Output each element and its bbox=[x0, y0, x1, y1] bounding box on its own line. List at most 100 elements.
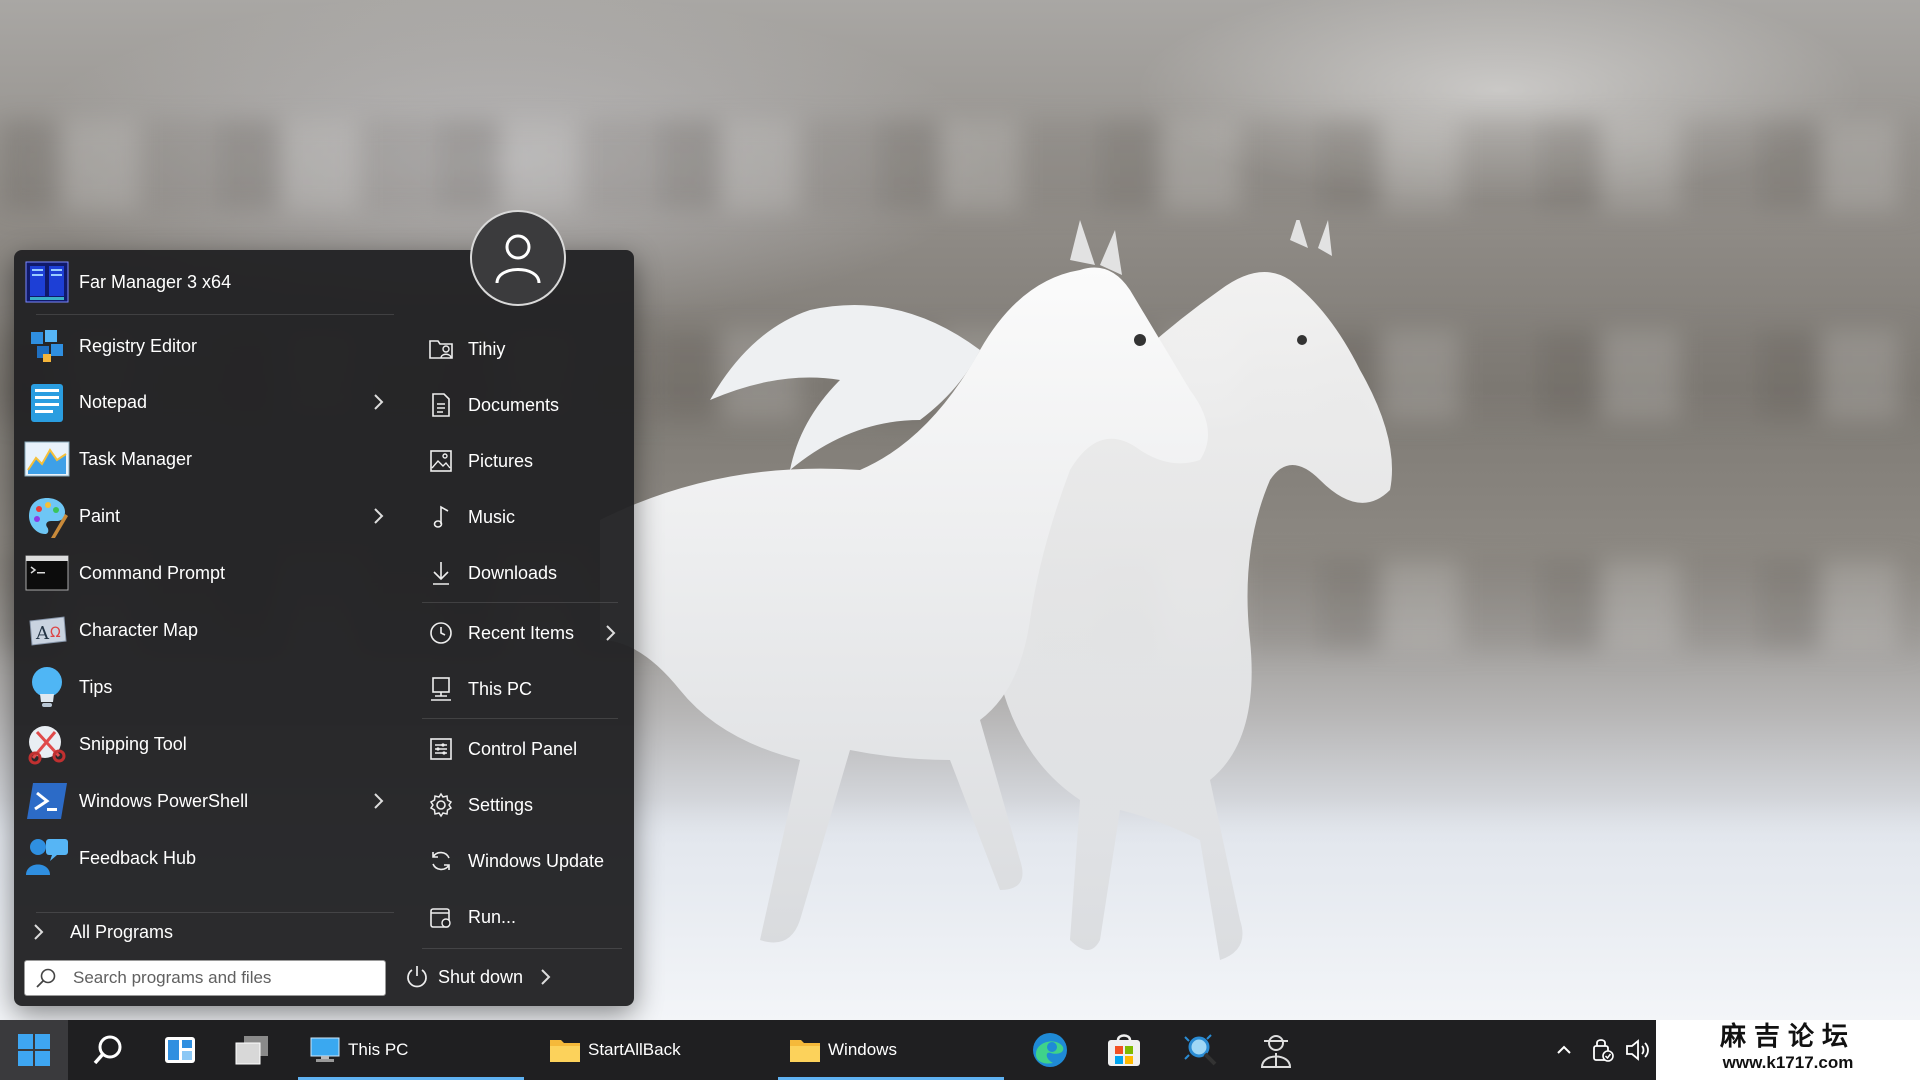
user-icon bbox=[495, 234, 541, 284]
program-label: Feedback Hub bbox=[79, 847, 197, 868]
place-label: This PC bbox=[468, 678, 533, 699]
all-programs-label: All Programs bbox=[70, 921, 174, 942]
place-tihiy[interactable]: Tihiy bbox=[406, 326, 628, 372]
character-map-icon: AΩ bbox=[22, 607, 72, 653]
chevron-right-icon[interactable] bbox=[535, 965, 555, 989]
search-button[interactable] bbox=[74, 1020, 142, 1080]
program-label: Far Manager 3 x64 bbox=[79, 271, 232, 292]
place-music[interactable]: Music bbox=[406, 494, 628, 540]
place-label: Downloads bbox=[468, 562, 558, 583]
folder-icon bbox=[788, 1035, 822, 1065]
place-documents[interactable]: Documents bbox=[406, 382, 628, 428]
search-icon bbox=[36, 968, 56, 988]
downloads-icon bbox=[424, 556, 458, 590]
command-prompt-icon bbox=[22, 550, 72, 596]
taskbar-app-label: Windows bbox=[828, 1040, 897, 1059]
place-label: Run... bbox=[468, 906, 517, 927]
shutdown-label: Shut down bbox=[438, 966, 524, 987]
taskbar-pinned-agent[interactable] bbox=[1242, 1020, 1310, 1080]
widgets-button[interactable] bbox=[146, 1020, 214, 1080]
programs-list: Far Manager 3 x64 Registry Editor Notepa… bbox=[20, 250, 400, 1006]
program-snipping-tool[interactable]: Snipping Tool bbox=[20, 718, 394, 770]
place-recent-items[interactable]: Recent Items bbox=[406, 610, 628, 656]
taskbar-app-this-pc[interactable]: This PC bbox=[298, 1020, 524, 1080]
feedback-hub-icon bbox=[22, 835, 72, 881]
computer-icon bbox=[424, 672, 458, 706]
windows-logo-icon bbox=[18, 1034, 50, 1066]
taskbar-pinned-magnifier[interactable] bbox=[1166, 1020, 1234, 1080]
user-avatar[interactable] bbox=[470, 210, 566, 306]
program-feedback-hub[interactable]: Feedback Hub bbox=[20, 832, 394, 884]
taskbar-pinned-edge[interactable] bbox=[1016, 1020, 1084, 1080]
chevron-right-icon[interactable] bbox=[368, 789, 388, 813]
divider bbox=[422, 718, 618, 719]
program-windows-powershell[interactable]: Windows PowerShell bbox=[20, 775, 394, 827]
taskbar-app-label: This PC bbox=[348, 1040, 409, 1059]
widgets-icon bbox=[165, 1037, 195, 1063]
tray-overflow-button[interactable] bbox=[1550, 1036, 1578, 1064]
chevron-right-icon[interactable] bbox=[368, 504, 388, 528]
tray-security[interactable] bbox=[1588, 1036, 1616, 1064]
divider bbox=[422, 948, 622, 949]
registry-editor-icon bbox=[22, 323, 72, 369]
tray-volume[interactable] bbox=[1624, 1036, 1652, 1064]
horses-illustration bbox=[600, 220, 1392, 960]
shutdown-button[interactable]: Shut down bbox=[404, 958, 564, 996]
taskbar-pinned-store[interactable] bbox=[1090, 1020, 1158, 1080]
snipping-tool-icon bbox=[22, 721, 72, 767]
place-label: Control Panel bbox=[468, 738, 578, 759]
folder-icon bbox=[548, 1035, 582, 1065]
program-label: Snipping Tool bbox=[79, 733, 187, 754]
program-tips[interactable]: Tips bbox=[20, 661, 394, 713]
clock-icon bbox=[424, 616, 458, 650]
program-task-manager[interactable]: Task Manager bbox=[20, 433, 394, 485]
program-character-map[interactable]: AΩ Character Map bbox=[20, 604, 394, 656]
taskbar-app-startallback[interactable]: StartAllBack bbox=[538, 1020, 764, 1080]
place-downloads[interactable]: Downloads bbox=[406, 550, 628, 596]
all-programs-button[interactable]: All Programs bbox=[20, 912, 394, 952]
program-label: Notepad bbox=[79, 391, 148, 412]
places-list: Tihiy Documents Pictures Music Downloads… bbox=[406, 250, 634, 1006]
divider bbox=[422, 602, 618, 603]
documents-icon bbox=[424, 388, 458, 422]
program-far-manager[interactable]: Far Manager 3 x64 bbox=[20, 256, 394, 308]
place-settings[interactable]: Settings bbox=[406, 782, 628, 828]
program-command-prompt[interactable]: Command Prompt bbox=[20, 547, 394, 599]
taskbar: This PC StartAllBack Windows bbox=[0, 1020, 1920, 1080]
search-input[interactable] bbox=[71, 967, 375, 989]
agent-icon bbox=[1260, 1035, 1292, 1068]
program-label: Command Prompt bbox=[79, 562, 226, 583]
user-folder-icon bbox=[424, 332, 458, 366]
start-button[interactable] bbox=[0, 1020, 68, 1080]
edge-icon bbox=[1033, 1033, 1067, 1067]
task-manager-icon bbox=[22, 436, 72, 482]
pictures-icon bbox=[424, 444, 458, 478]
search-icon bbox=[93, 1035, 122, 1065]
far-manager-icon bbox=[22, 259, 72, 305]
place-pictures[interactable]: Pictures bbox=[406, 438, 628, 484]
tips-icon bbox=[22, 664, 72, 710]
place-label: Recent Items bbox=[468, 622, 575, 643]
program-notepad[interactable]: Notepad bbox=[20, 376, 394, 428]
paint-icon bbox=[22, 493, 72, 539]
taskbar-app-windows[interactable]: Windows bbox=[778, 1020, 1004, 1080]
place-control-panel[interactable]: Control Panel bbox=[406, 726, 628, 772]
place-windows-update[interactable]: Windows Update bbox=[406, 838, 628, 884]
program-registry-editor[interactable]: Registry Editor bbox=[20, 320, 394, 372]
program-label: Tips bbox=[79, 676, 113, 697]
program-paint[interactable]: Paint bbox=[20, 490, 394, 542]
search-box[interactable] bbox=[24, 960, 386, 996]
place-run[interactable]: Run... bbox=[406, 894, 628, 940]
svg-text:Ω: Ω bbox=[50, 625, 61, 641]
place-label: Windows Update bbox=[468, 850, 605, 871]
computer-icon bbox=[308, 1035, 342, 1065]
wallpaper-blur bbox=[0, 120, 1920, 210]
notepad-icon bbox=[22, 379, 72, 425]
place-label: Music bbox=[468, 506, 516, 527]
music-icon bbox=[424, 500, 458, 534]
chevron-right-icon[interactable] bbox=[600, 621, 620, 645]
powershell-icon bbox=[22, 778, 72, 824]
task-view-button[interactable] bbox=[218, 1020, 286, 1080]
place-this-pc[interactable]: This PC bbox=[406, 666, 628, 712]
chevron-right-icon[interactable] bbox=[368, 390, 388, 414]
